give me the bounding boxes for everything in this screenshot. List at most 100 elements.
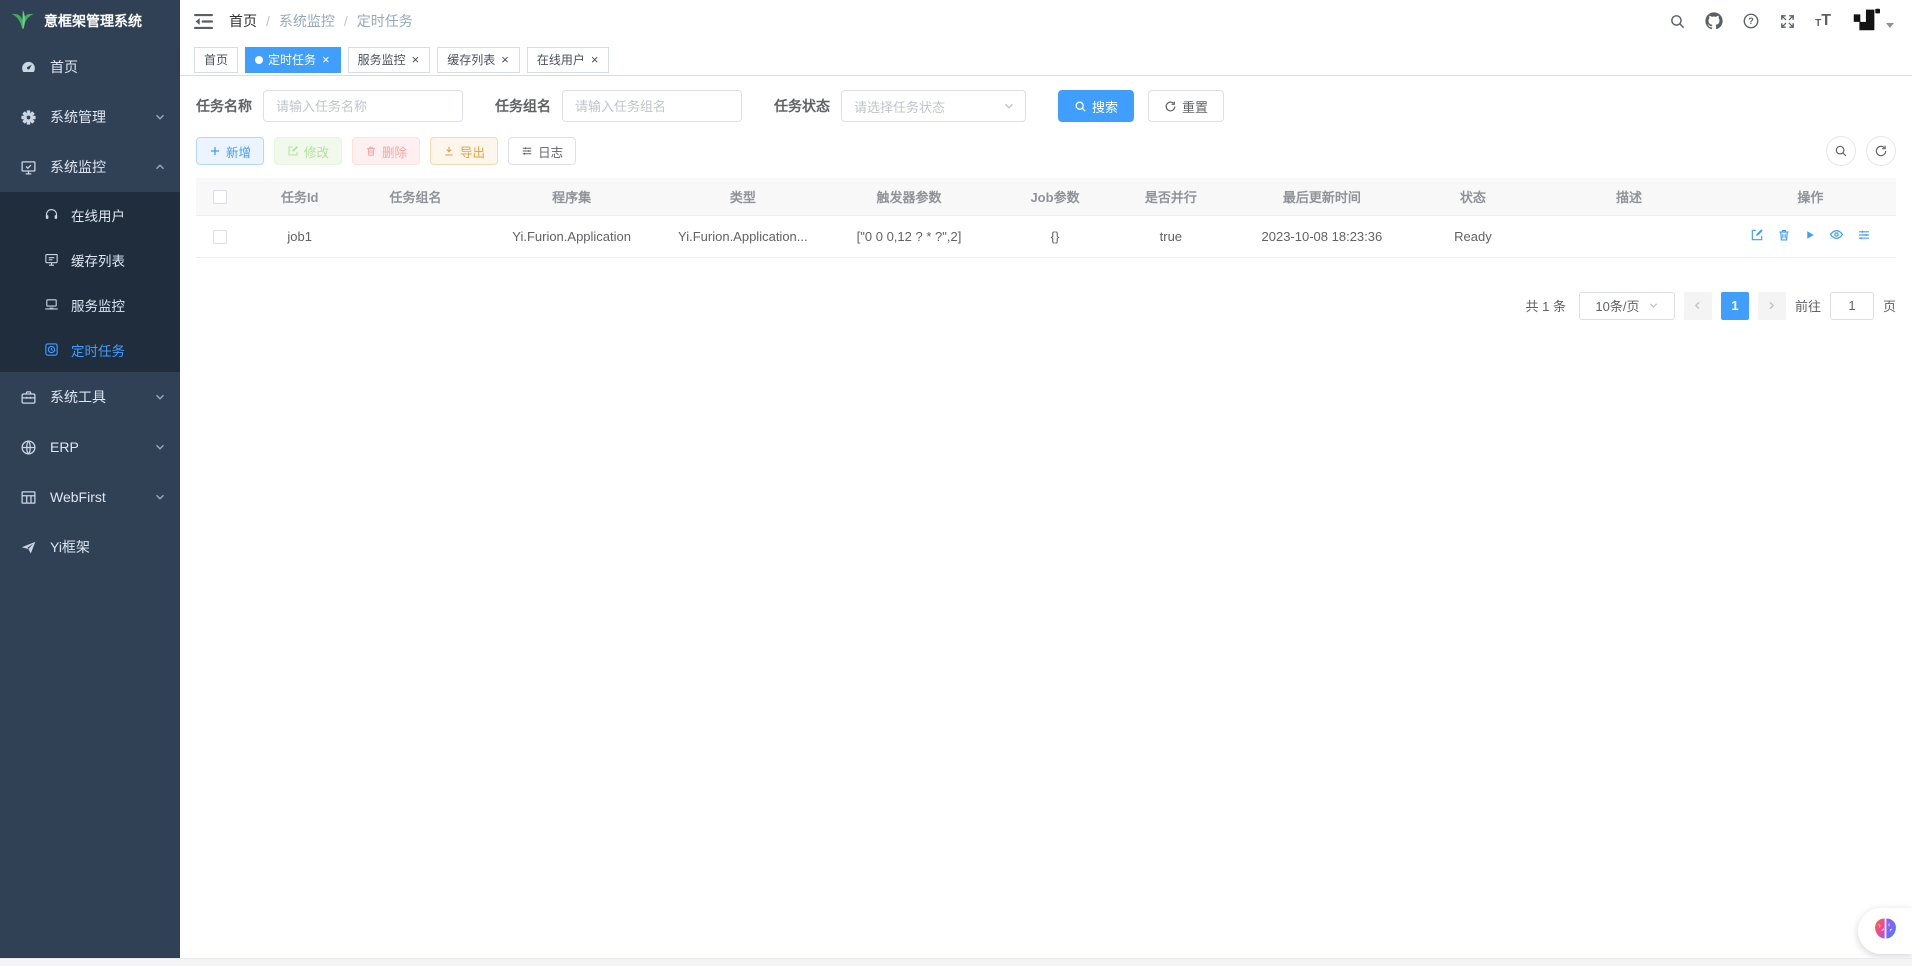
filter-task-name: 任务名称 bbox=[196, 90, 463, 122]
sidebar-fold-icon[interactable] bbox=[194, 13, 213, 30]
help-icon[interactable]: ? bbox=[1742, 12, 1760, 30]
delete-button-label: 删除 bbox=[382, 142, 407, 161]
sidebar-item-scheduled-tasks[interactable]: 定时任务 bbox=[0, 327, 180, 372]
chevron-right-icon bbox=[1766, 300, 1777, 311]
next-page-button[interactable] bbox=[1758, 292, 1786, 320]
row-checkbox[interactable] bbox=[213, 230, 227, 244]
search-icon bbox=[1074, 100, 1087, 113]
chevron-down-icon bbox=[154, 491, 166, 503]
sidebar-item-yi-framework[interactable]: Yi框架 bbox=[0, 522, 180, 572]
search-icon[interactable] bbox=[1669, 13, 1686, 30]
table-row[interactable]: job1 Yi.Furion.Application Yi.Furion.App… bbox=[196, 215, 1896, 257]
horizontal-scrollbar[interactable] bbox=[0, 958, 1912, 966]
pagination: 共 1 条 10条/页 1 前往 页 bbox=[196, 292, 1896, 320]
close-icon[interactable]: × bbox=[590, 53, 600, 66]
close-icon[interactable]: × bbox=[321, 53, 331, 66]
add-button[interactable]: 新增 bbox=[196, 137, 264, 165]
user-avatar[interactable] bbox=[1850, 4, 1894, 39]
sidebar-item-online-users[interactable]: 在线用户 bbox=[0, 192, 180, 237]
task-name-input[interactable] bbox=[263, 90, 463, 122]
row-edit-icon[interactable] bbox=[1750, 228, 1764, 242]
sidebar-item-system-tools[interactable]: 系统工具 bbox=[0, 372, 180, 422]
fullscreen-icon[interactable] bbox=[1779, 13, 1796, 30]
breadcrumb: 首页 / 系统监控 / 定时任务 bbox=[229, 11, 413, 31]
cell-concurrent: true bbox=[1110, 215, 1231, 257]
plus-icon bbox=[209, 145, 221, 157]
sidebar-item-label: 系统管理 bbox=[50, 107, 154, 127]
sidebar-item-label: 系统监控 bbox=[50, 157, 154, 177]
chevron-up-icon bbox=[154, 161, 166, 173]
cell-description bbox=[1533, 215, 1724, 257]
breadcrumb-section: 系统监控 bbox=[279, 11, 335, 31]
row-delete-icon[interactable] bbox=[1777, 228, 1791, 242]
assistant-widget[interactable] bbox=[1858, 908, 1912, 954]
row-view-icon[interactable] bbox=[1829, 227, 1844, 242]
prev-page-button[interactable] bbox=[1684, 292, 1712, 320]
leaf-logo-icon bbox=[10, 8, 36, 35]
task-status-label: 任务状态 bbox=[774, 96, 830, 116]
col-header-job-args: Job参数 bbox=[1000, 178, 1111, 215]
add-button-label: 新增 bbox=[226, 142, 251, 161]
col-header-trigger-args: 触发器参数 bbox=[818, 178, 999, 215]
operation-lines-icon bbox=[521, 145, 533, 157]
close-icon[interactable]: × bbox=[500, 53, 510, 66]
delete-button[interactable]: 删除 bbox=[352, 137, 420, 165]
caret-down-icon bbox=[1886, 23, 1894, 28]
gear-icon bbox=[20, 109, 37, 126]
breadcrumb-home[interactable]: 首页 bbox=[229, 11, 257, 31]
toggle-search-button[interactable] bbox=[1826, 136, 1856, 166]
export-button-label: 导出 bbox=[460, 142, 485, 161]
log-button[interactable]: 日志 bbox=[508, 137, 576, 165]
filter-form: 任务名称 任务组名 任务状态 请选择任务状态 搜索 bbox=[196, 90, 1896, 122]
page-number-1[interactable]: 1 bbox=[1721, 292, 1749, 320]
cell-type: Yi.Furion.Application... bbox=[667, 215, 818, 257]
sidebar-item-system-management[interactable]: 系统管理 bbox=[0, 92, 180, 142]
page-size-select[interactable]: 10条/页 bbox=[1579, 292, 1675, 320]
sidebar-item-label: WebFirst bbox=[50, 489, 154, 505]
app-root: 意框架管理系统 首页 系统管理 系统监控 bbox=[0, 0, 1912, 966]
refresh-table-button[interactable] bbox=[1866, 136, 1896, 166]
col-header-group: 任务组名 bbox=[355, 178, 476, 215]
task-status-select[interactable]: 请选择任务状态 bbox=[841, 90, 1026, 122]
edit-button[interactable]: 修改 bbox=[274, 137, 342, 165]
app-title: 意框架管理系统 bbox=[44, 11, 142, 31]
tab-online-users[interactable]: 在线用户 × bbox=[527, 47, 610, 73]
task-group-label: 任务组名 bbox=[495, 96, 551, 116]
task-group-input[interactable] bbox=[562, 90, 742, 122]
select-all-checkbox[interactable] bbox=[213, 190, 227, 204]
search-button[interactable]: 搜索 bbox=[1058, 90, 1134, 122]
reset-button[interactable]: 重置 bbox=[1148, 90, 1224, 122]
paper-plane-icon bbox=[20, 539, 37, 556]
globe-icon bbox=[20, 439, 37, 456]
tab-label: 缓存列表 bbox=[447, 51, 495, 68]
goto-page-input[interactable] bbox=[1830, 292, 1874, 320]
sidebar-item-cache-list[interactable]: 缓存列表 bbox=[0, 237, 180, 282]
headset-icon bbox=[44, 207, 59, 222]
tab-service-monitoring[interactable]: 服务监控 × bbox=[348, 47, 431, 73]
sidebar-item-home[interactable]: 首页 bbox=[0, 42, 180, 92]
tab-scheduled-tasks[interactable]: 定时任务 × bbox=[245, 47, 341, 73]
goto-label: 前往 bbox=[1795, 296, 1821, 315]
row-log-icon[interactable] bbox=[1857, 228, 1871, 242]
sidebar-item-label: 系统工具 bbox=[50, 387, 154, 407]
export-button[interactable]: 导出 bbox=[430, 137, 498, 165]
github-icon[interactable] bbox=[1705, 12, 1723, 30]
row-run-icon[interactable] bbox=[1804, 229, 1816, 241]
sidebar-item-erp[interactable]: ERP bbox=[0, 422, 180, 472]
tab-home[interactable]: 首页 bbox=[194, 47, 238, 73]
breadcrumb-current: 定时任务 bbox=[357, 11, 413, 31]
app-logo[interactable]: 意框架管理系统 bbox=[0, 0, 180, 42]
pagination-total: 共 1 条 bbox=[1526, 296, 1566, 315]
table-header-row: 任务Id 任务组名 程序集 类型 触发器参数 Job参数 是否并行 最后更新时间… bbox=[196, 178, 1896, 215]
filter-task-status: 任务状态 请选择任务状态 bbox=[774, 90, 1026, 122]
sidebar-item-webfirst[interactable]: WebFirst bbox=[0, 472, 180, 522]
download-icon bbox=[443, 145, 455, 157]
font-size-icon[interactable]: TT bbox=[1815, 13, 1831, 29]
sidebar-item-system-monitoring[interactable]: 系统监控 bbox=[0, 142, 180, 192]
top-navbar: 首页 / 系统监控 / 定时任务 ? TT bbox=[180, 0, 1912, 42]
sidebar: 意框架管理系统 首页 系统管理 系统监控 bbox=[0, 0, 180, 966]
sidebar-item-service-monitoring[interactable]: 服务监控 bbox=[0, 282, 180, 327]
close-icon[interactable]: × bbox=[411, 53, 421, 66]
tab-cache-list[interactable]: 缓存列表 × bbox=[437, 47, 520, 73]
col-header-status: 状态 bbox=[1413, 178, 1534, 215]
